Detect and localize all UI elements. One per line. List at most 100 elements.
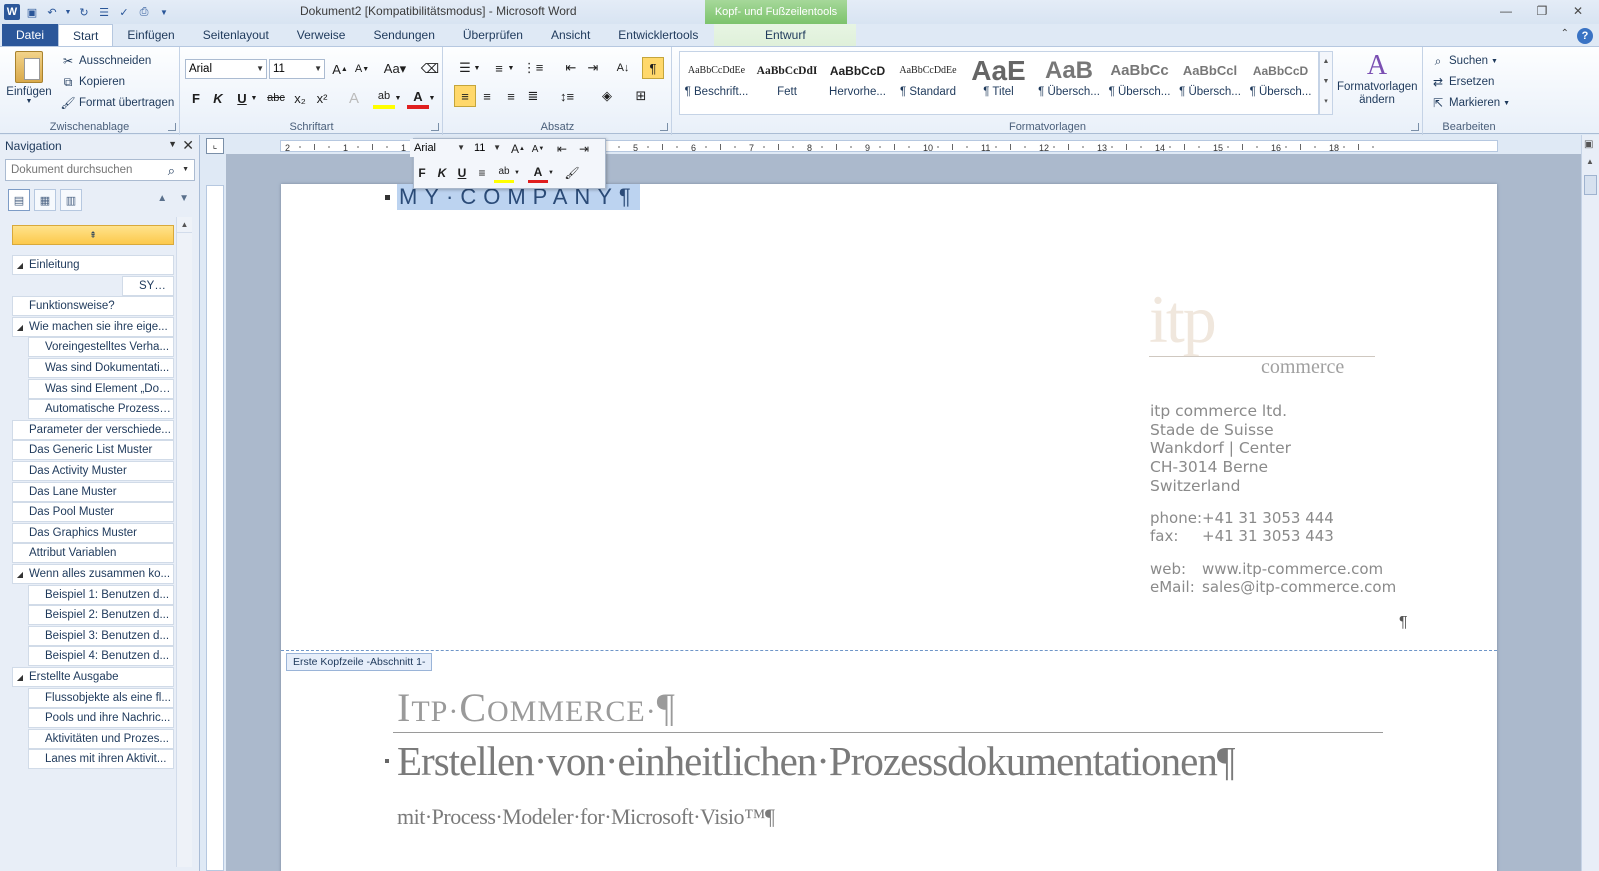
bullets-dropdown-icon[interactable]: ▼ — [472, 57, 482, 79]
tab-references[interactable]: Verweise — [283, 24, 360, 46]
underline-dropdown-icon[interactable]: ▼ — [249, 87, 259, 109]
font-color-dropdown-icon[interactable]: ▼ — [546, 163, 556, 183]
nav-heading-item[interactable]: Beispiel 3: Benutzen d... — [28, 625, 174, 646]
nav-heading-item[interactable]: Das Pool Muster — [12, 502, 174, 523]
nav-heading-item[interactable]: Aktivitäten und Prozes... — [28, 728, 174, 749]
headings-view-icon[interactable]: ▤ — [8, 189, 30, 211]
cut-button[interactable]: ✂ Ausschneiden — [60, 51, 151, 71]
spelling-icon[interactable]: ✓ — [116, 4, 132, 20]
underline-icon[interactable]: U — [452, 163, 472, 183]
nav-scrollbar[interactable]: ▲ — [176, 217, 192, 867]
font-size-combo[interactable]: 11 ▼ — [269, 59, 325, 79]
undo-icon[interactable]: ↶ — [44, 4, 60, 20]
grow-font-icon[interactable]: A ▲ — [508, 139, 528, 159]
expand-triangle-icon[interactable]: ◢ — [15, 669, 25, 686]
ruler-toggle-icon[interactable]: ▣ — [1584, 139, 1593, 150]
nav-heading-item[interactable]: SYM... — [122, 275, 174, 296]
borders-icon[interactable]: ⊞ — [630, 85, 652, 107]
change-case-icon[interactable]: Aa▾ — [381, 58, 409, 80]
pane-menu-icon[interactable]: ▼ — [168, 139, 177, 149]
shading-icon[interactable]: ◈ — [596, 85, 618, 107]
search-input[interactable] — [5, 159, 195, 181]
nav-heading-item[interactable]: Was sind Element „Doc... — [28, 378, 174, 399]
increase-indent-icon[interactable]: ⇥ — [582, 57, 604, 79]
highlight-dropdown-icon[interactable]: ▼ — [393, 87, 403, 109]
style-tile[interactable]: AaBbCcl ¶ Übersch... — [1176, 56, 1245, 110]
tab-start[interactable]: Start — [58, 24, 114, 46]
paragraph-launcher-icon[interactable] — [660, 123, 668, 131]
nav-heading-item[interactable]: Attribut Variablen — [12, 543, 174, 564]
tab-design[interactable]: Entwurf — [714, 24, 857, 46]
highlight-icon[interactable]: ab — [373, 87, 395, 109]
next-heading-icon[interactable]: ▼ — [179, 193, 189, 204]
sub-heading[interactable]: mit·Process·Modeler·for·Microsoft·Visio™… — [397, 804, 775, 830]
results-view-icon[interactable]: ▥ — [60, 189, 82, 211]
document-page[interactable]: MY·COMPANY¶ itp commerce itp commerce lt… — [281, 184, 1497, 871]
shrink-font-icon[interactable]: A ▼ — [528, 139, 548, 159]
font-name-combo[interactable]: Arial ▼ — [185, 59, 267, 79]
gallery-scroll[interactable]: ▲ ▼ ▾ — [1319, 51, 1333, 115]
numbering-dropdown-icon[interactable]: ▼ — [506, 57, 516, 79]
minimize-ribbon-icon[interactable]: ⌃ — [1561, 28, 1569, 44]
style-tile[interactable]: AaBbCcD Hervorhe... — [823, 56, 892, 110]
search-icon[interactable]: ⌕ — [168, 163, 175, 179]
expand-triangle-icon[interactable]: ◢ — [15, 566, 25, 583]
align-center-icon[interactable]: ≡ — [476, 85, 498, 107]
main-heading[interactable]: Erstellen·von·einheitlichen·Prozessdokum… — [397, 737, 1235, 785]
tab-developer[interactable]: Entwicklertools — [604, 24, 712, 46]
mini-font-size-combo[interactable]: 11 ▼ — [470, 139, 504, 157]
tab-file[interactable]: Datei — [2, 24, 59, 46]
nav-heading-item[interactable]: Das Lane Muster — [12, 481, 174, 502]
nav-heading-item[interactable]: Parameter der verschiede... — [12, 419, 174, 440]
style-tile[interactable]: AaBbCcDdEe ¶ Beschrift... — [682, 56, 751, 110]
copy-button[interactable]: ⧉ Kopieren — [60, 72, 125, 92]
styles-launcher-icon[interactable] — [1411, 123, 1419, 131]
style-tile[interactable]: AaB ¶ Übersch... — [1035, 56, 1104, 110]
sort-icon[interactable]: A↓ — [612, 57, 634, 79]
tab-insert[interactable]: Einfügen — [113, 24, 188, 46]
subscript-icon[interactable]: x₂ — [289, 87, 311, 109]
nav-heading-item[interactable]: Das Generic List Muster — [12, 440, 174, 461]
nav-heading-item[interactable]: ◢ Wenn alles zusammen ko... — [12, 564, 174, 584]
italic-icon[interactable]: K — [207, 87, 229, 109]
vertical-ruler[interactable] — [206, 185, 224, 871]
tab-page-layout[interactable]: Seitenlayout — [189, 24, 283, 46]
decrease-indent-icon[interactable]: ⇤ — [552, 139, 572, 159]
justify-icon[interactable]: ≣ — [522, 85, 544, 107]
word-app-icon[interactable]: W — [4, 4, 20, 20]
font-color-icon[interactable]: A — [407, 87, 429, 109]
previous-heading-icon[interactable]: ▲ — [157, 193, 167, 204]
change-styles-button[interactable]: A Formatvorlagen ändern — [1337, 51, 1418, 115]
company-title[interactable]: ITP·COMMERCE·¶ — [397, 684, 676, 731]
close-icon[interactable]: ✕ — [182, 137, 194, 154]
scroll-up-icon[interactable]: ▲ — [1586, 157, 1594, 166]
expand-triangle-icon[interactable]: ◢ — [15, 319, 25, 336]
superscript-icon[interactable]: x² — [311, 87, 333, 109]
find-button[interactable]: ⌕ Suchen ▼ — [1430, 51, 1498, 71]
text-effects-icon[interactable]: A — [343, 87, 365, 109]
nav-heading-item[interactable]: Flussobjekte als eine fl... — [28, 687, 174, 708]
search-dropdown-icon[interactable]: ▼ — [182, 166, 189, 173]
nav-heading-item[interactable]: Lanes mit ihren Aktivit... — [28, 749, 174, 770]
restore-icon[interactable]: ❐ — [1529, 2, 1555, 20]
grow-font-icon[interactable]: A ▲ — [329, 58, 351, 80]
scroll-thumb[interactable] — [1584, 175, 1597, 195]
expand-triangle-icon[interactable]: ◢ — [15, 257, 25, 274]
font-color-icon[interactable]: A — [528, 163, 548, 183]
nav-heading-item[interactable]: Automatische Prozessd... — [28, 399, 174, 420]
replace-button[interactable]: ⇄ Ersetzen — [1430, 72, 1494, 92]
nav-heading-item[interactable]: ◢ Wie machen sie ihre eige... — [12, 316, 174, 337]
show-formatting-icon[interactable]: ¶ — [642, 57, 664, 79]
close-icon[interactable]: ✕ — [1565, 2, 1591, 20]
redo-icon[interactable]: ↻ — [76, 4, 92, 20]
increase-indent-icon[interactable]: ⇥ — [574, 139, 594, 159]
nav-heading-item[interactable]: Funktionsweise? — [12, 296, 174, 317]
tab-selector-icon[interactable]: ⌞ — [206, 138, 224, 154]
italic-icon[interactable]: K — [432, 163, 452, 183]
tab-view[interactable]: Ansicht — [537, 24, 604, 46]
print-preview-icon[interactable]: ⎙ — [136, 4, 152, 20]
save-icon[interactable]: ▣ — [24, 4, 40, 20]
mini-font-name-combo[interactable]: Arial ▼ — [410, 139, 468, 157]
shrink-font-icon[interactable]: A ▼ — [351, 58, 373, 80]
align-left-icon[interactable]: ≡ — [454, 85, 476, 107]
